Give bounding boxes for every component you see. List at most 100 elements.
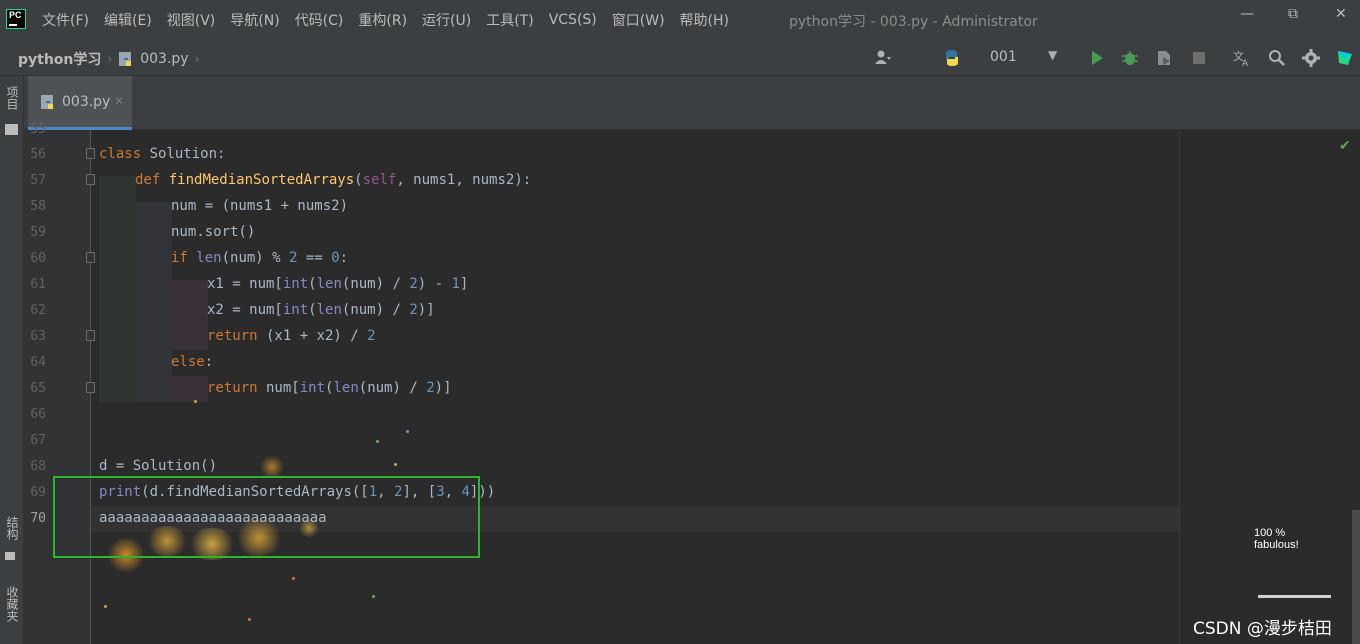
power-mode-label: fabulous! (1254, 539, 1299, 551)
line-number: 63 (30, 329, 46, 344)
coverage-icon[interactable] (1155, 49, 1173, 67)
line-number: 69 (30, 485, 46, 500)
line-number: 59 (30, 225, 46, 240)
menu-code[interactable]: 代码(C) (295, 10, 344, 30)
line-number: 62 (30, 303, 46, 318)
tab-label: 003.py (62, 94, 111, 110)
breadcrumb: python学习 › 003.py › (18, 49, 205, 69)
code-line-58: num = (nums1 + nums2) (171, 198, 349, 214)
annotation-highlight-box (53, 476, 480, 558)
project-tool-tab[interactable]: 项目 (4, 86, 21, 110)
line-number: 68 (30, 459, 46, 474)
fold-marker-icon[interactable] (86, 330, 95, 341)
breadcrumb-file[interactable]: 003.py (140, 51, 188, 67)
line-number: 61 (30, 277, 46, 292)
fold-marker-icon[interactable] (86, 148, 95, 159)
stop-icon[interactable] (1190, 49, 1208, 67)
spark-particle (372, 595, 375, 598)
spark-particle (248, 618, 251, 621)
python-icon (946, 50, 958, 66)
menu-vcs[interactable]: VCS(S) (549, 12, 597, 28)
code-editor[interactable]: 55 56 57 58 59 60 61 62 63 64 65 66 67 6… (24, 122, 1360, 644)
menu-help[interactable]: 帮助(H) (680, 10, 729, 30)
watermark: CSDN @漫步桔田 (1193, 619, 1332, 639)
spark-particle (194, 400, 197, 403)
right-margin-guide (1179, 130, 1180, 644)
line-number: 65 (30, 381, 46, 396)
editor-tab-bar: 003.py ✕ (24, 76, 1360, 130)
navigation-bar: python学习 › 003.py › 001 ▼ 文 A (0, 40, 1360, 76)
line-number: 57 (30, 173, 46, 188)
run-configuration-select[interactable]: 001 (990, 49, 1017, 65)
code-line-65: return num[int(len(num) / 2)] (207, 380, 452, 396)
menu-view[interactable]: 视图(V) (167, 10, 216, 30)
close-icon[interactable]: ✕ (1335, 6, 1347, 22)
window-title: python学习 - 003.py - Administrator (789, 14, 1038, 30)
line-number: 70 (30, 511, 46, 526)
code-line-59: num.sort() (171, 224, 256, 240)
spark-particle (406, 430, 409, 433)
favorites-tool-tab[interactable]: 收藏夹 (4, 586, 21, 622)
translate-icon[interactable]: 文 A (1233, 49, 1251, 67)
line-number: 64 (30, 355, 46, 370)
search-icon[interactable] (1268, 49, 1286, 67)
fold-marker-icon[interactable] (86, 252, 95, 263)
breadcrumb-project[interactable]: python学习 (18, 49, 101, 69)
python-file-icon (119, 52, 132, 66)
power-mode-bar (1258, 595, 1331, 598)
menu-refactor[interactable]: 重构(R) (358, 10, 407, 30)
line-number: 56 (30, 147, 46, 162)
spark-particle (394, 463, 397, 466)
pycharm-logo-icon[interactable]: PC (6, 9, 26, 29)
python-file-icon (41, 95, 53, 109)
check-icon[interactable]: ✔ (1339, 138, 1351, 154)
structure-icon (5, 552, 15, 560)
minimize-icon[interactable]: — (1240, 6, 1254, 22)
menu-edit[interactable]: 编辑(E) (104, 10, 152, 30)
menu-window[interactable]: 窗口(W) (612, 10, 665, 30)
code-line-63: return (x1 + x2) / 2 (207, 328, 376, 344)
run-icon[interactable] (1088, 49, 1106, 67)
vertical-scrollbar[interactable] (1352, 510, 1360, 644)
menu-tools[interactable]: 工具(T) (486, 10, 533, 30)
code-line-62: x2 = num[int(len(num) / 2)] (207, 302, 435, 318)
power-mode-indicator: 100 % fabulous! (1254, 527, 1334, 553)
indent-guide (172, 376, 208, 402)
line-number: 66 (30, 407, 46, 422)
code-line-56: class Solution: (99, 146, 226, 162)
logo-text: PC (9, 10, 22, 20)
code-line-64: else: (171, 354, 214, 370)
debug-icon[interactable] (1121, 49, 1139, 67)
menu-bar: 文件(F) 编辑(E) 视图(V) 导航(N) 代码(C) 重构(R) 运行(U… (42, 0, 744, 40)
code-line-61: x1 = num[int(len(num) / 2) - 1] (207, 276, 469, 292)
menu-run[interactable]: 运行(U) (422, 10, 471, 30)
settings-icon[interactable] (1302, 49, 1320, 67)
code-line-60: if len(num) % 2 == 0: (171, 250, 349, 266)
chevron-right-icon: › (194, 52, 200, 66)
close-icon[interactable]: ✕ (114, 94, 124, 108)
line-number: 60 (30, 251, 46, 266)
code-line-57: def findMedianSortedArrays(self, nums1, … (135, 172, 532, 188)
chevron-right-icon: › (107, 52, 113, 66)
indent-guide (136, 202, 172, 402)
spark-particle (376, 440, 379, 443)
line-number: 58 (30, 199, 46, 214)
line-number-gutter: 55 56 57 58 59 60 61 62 63 64 65 66 67 6… (24, 122, 91, 644)
fold-marker-icon[interactable] (86, 174, 95, 185)
line-number: 67 (30, 433, 46, 448)
line-number: 55 (30, 122, 46, 137)
user-icon[interactable] (874, 49, 892, 67)
spark-particle (104, 605, 107, 608)
jetbrains-icon[interactable] (1336, 49, 1354, 67)
title-bar: PC 文件(F) 编辑(E) 视图(V) 导航(N) 代码(C) 重构(R) 运… (0, 0, 1360, 40)
fold-marker-icon[interactable] (86, 382, 95, 393)
menu-file[interactable]: 文件(F) (42, 10, 89, 30)
spark-particle (292, 577, 295, 580)
indent-guide (99, 176, 136, 402)
dropdown-icon[interactable]: ▼ (1048, 48, 1066, 66)
svg-text:A: A (1242, 59, 1249, 67)
power-mode-percent: 100 % (1254, 527, 1286, 539)
menu-navigate[interactable]: 导航(N) (230, 10, 279, 30)
restore-icon[interactable]: ⧉ (1288, 6, 1298, 22)
indent-guide (172, 280, 208, 350)
